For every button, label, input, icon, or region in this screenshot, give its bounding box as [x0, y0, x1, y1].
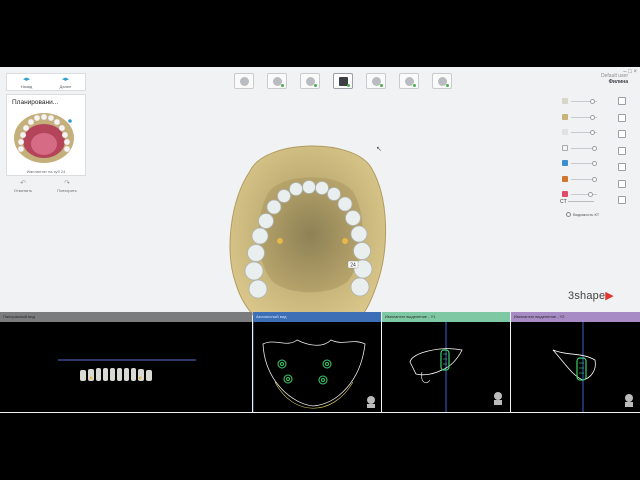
export-icon [438, 77, 447, 86]
viewport-title: Панорамный вид [0, 312, 252, 322]
screen-frame: – □ × Default user Филина ◂▸ Назад ◂▸ Дале… [0, 0, 640, 480]
slider-teeth[interactable] [556, 95, 602, 111]
workflow-toolbar [234, 73, 465, 91]
implant-button[interactable] [333, 73, 353, 89]
viewport-title: Имплантат выделение - Y1 [382, 312, 510, 322]
redo-button[interactable]: ↷ Повторить [52, 180, 82, 193]
cross-section-y1-viewport[interactable]: Имплантат выделение - Y1 [382, 312, 510, 412]
gingiva-icon [562, 129, 568, 135]
ct-label: CT [560, 199, 567, 205]
crown-button[interactable] [300, 73, 320, 89]
patient-icon [240, 77, 249, 86]
ct-visibility-toggle[interactable]: Видимость КТ [566, 212, 600, 218]
undo-redo-row: ↶ Отменить ↷ Повторить [8, 180, 82, 193]
next-label: Далее [59, 84, 72, 89]
planning-title: Планировани... [12, 99, 59, 106]
next-arrow-icon: ◂▸ [61, 76, 70, 83]
logo-mark-icon: ▶ [605, 290, 614, 302]
next-button[interactable]: ◂▸ Далее [46, 74, 85, 90]
panoramic-viewport[interactable]: Панорамный вид [0, 312, 252, 412]
cross-section-y2-viewport[interactable]: Имплантат выделение - Y2 [511, 312, 640, 412]
cross-section-y1-view [409, 322, 502, 412]
jaw-3d-model[interactable]: 24 [220, 131, 400, 341]
user-info[interactable]: Default user Филина [601, 73, 628, 85]
orientation-head-icon [625, 394, 633, 407]
viewport-title: Аксиальный вид [253, 312, 381, 322]
ct-visibility-label: Видимость КТ [573, 212, 600, 217]
undo-button[interactable]: ↶ Отменить [8, 180, 38, 193]
teeth-icon [562, 98, 568, 104]
slider-bone[interactable] [556, 111, 602, 127]
copy-icon[interactable] [618, 113, 626, 122]
redo-icon: ↷ [64, 180, 70, 187]
tooth-number-badge: 24 [347, 260, 359, 269]
implant-visibility-icon [562, 175, 568, 182]
crown-visibility-icon [562, 144, 568, 151]
implant-left-icon [277, 238, 283, 244]
ct-visibility-checkbox-icon [566, 212, 571, 218]
viewport-title: Имплантат выделение - Y2 [511, 312, 640, 322]
undo-icon: ↶ [20, 180, 26, 187]
sleeve-icon [562, 160, 568, 166]
mouse-cursor-icon: ↖ [376, 146, 382, 153]
scan-button[interactable] [267, 73, 287, 89]
user-name: Филина [608, 79, 628, 85]
undo-label: Отменить [13, 188, 33, 193]
brand-logo: 3shape▶ [568, 289, 614, 302]
side-tool-column [618, 97, 626, 213]
layers-icon[interactable] [618, 179, 626, 188]
back-arrow-icon: ◂▸ [22, 76, 31, 83]
back-label: Назад [20, 84, 33, 89]
copy-icon[interactable] [618, 130, 626, 138]
panoramic-view [58, 359, 196, 381]
guide-icon [405, 77, 414, 86]
nerve-icon [562, 191, 568, 197]
orientation-head-icon [494, 392, 502, 405]
bone-icon [562, 113, 568, 120]
tooth-number: 24 [350, 263, 356, 269]
axial-viewport[interactable]: Аксиальный вид [253, 312, 381, 412]
implant-icon [339, 77, 348, 86]
planning-card: Планировани... Имплантат на зуб 24 [6, 94, 86, 176]
crown-icon [306, 77, 315, 86]
ct-slider[interactable]: CT [560, 199, 594, 205]
layers-icon[interactable] [618, 163, 626, 171]
guide-button[interactable] [399, 73, 419, 89]
orientation-head-icon [367, 396, 375, 408]
implant-thumbnail[interactable] [13, 111, 75, 163]
redo-label: Повторить [57, 188, 77, 193]
ct-button[interactable] [366, 73, 386, 89]
export-button[interactable] [432, 73, 452, 89]
implant-right-icon [342, 238, 348, 244]
view-icon[interactable] [618, 97, 626, 105]
implant-marker-icon [68, 119, 72, 123]
logo-text: 3shape [568, 290, 606, 302]
slider-crown[interactable] [556, 142, 602, 158]
cross-section-y2-view [552, 322, 633, 412]
slider-sleeve[interactable] [556, 157, 602, 173]
layers-icon[interactable] [618, 146, 626, 155]
slider-implant[interactable] [556, 173, 602, 189]
scan-icon [273, 77, 282, 86]
slider-gingiva[interactable] [556, 126, 602, 142]
axial-view [253, 322, 375, 412]
implant-caption: Имплантат на зуб 24 [26, 169, 66, 174]
navigation-card: ◂▸ Назад ◂▸ Далее [6, 73, 86, 91]
ct-icon [372, 77, 381, 86]
patient-button[interactable] [234, 73, 254, 89]
layers-icon[interactable] [618, 196, 626, 204]
visibility-sliders [556, 95, 602, 204]
back-button[interactable]: ◂▸ Назад [7, 74, 46, 90]
